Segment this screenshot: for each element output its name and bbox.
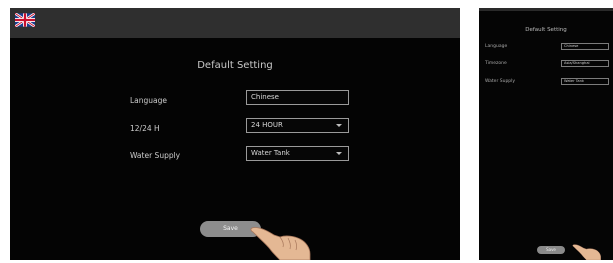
language-field[interactable]: Chinese: [246, 90, 349, 105]
chevron-down-icon: [336, 124, 342, 127]
pointing-hand-icon: [572, 244, 601, 260]
language-value: Chinese: [251, 93, 279, 101]
top-bar: [479, 8, 613, 11]
water-supply-label: Water Supply: [130, 151, 181, 160]
language-field[interactable]: Chinese: [561, 43, 609, 50]
water-supply-value: Water Tank: [251, 149, 290, 157]
timezone-select[interactable]: Asia/Shanghai: [561, 60, 609, 67]
time-format-select[interactable]: 24 HOUR: [246, 118, 349, 133]
water-supply-label: Water Supply: [485, 79, 516, 84]
timezone-label: Timezone: [485, 61, 507, 66]
main-settings-screen: Default Setting Language Chinese 12/24 H…: [10, 8, 460, 260]
time-format-value: 24 HOUR: [251, 121, 283, 129]
uk-flag-icon[interactable]: [15, 13, 35, 27]
top-bar: [10, 8, 460, 38]
language-label: Language: [485, 44, 508, 49]
page-title: Default Setting: [525, 27, 567, 33]
time-format-label: 12/24 H: [130, 124, 160, 133]
pointing-hand-icon: [250, 227, 311, 260]
portrait-settings-screen: Default Setting Language Chinese Timezon…: [479, 8, 613, 260]
water-supply-select[interactable]: Water Tank: [246, 146, 349, 161]
water-supply-select[interactable]: Water Tank: [561, 78, 609, 85]
chevron-down-icon: [336, 152, 342, 155]
page-title: Default Setting: [197, 60, 273, 71]
language-label: Language: [130, 96, 168, 105]
